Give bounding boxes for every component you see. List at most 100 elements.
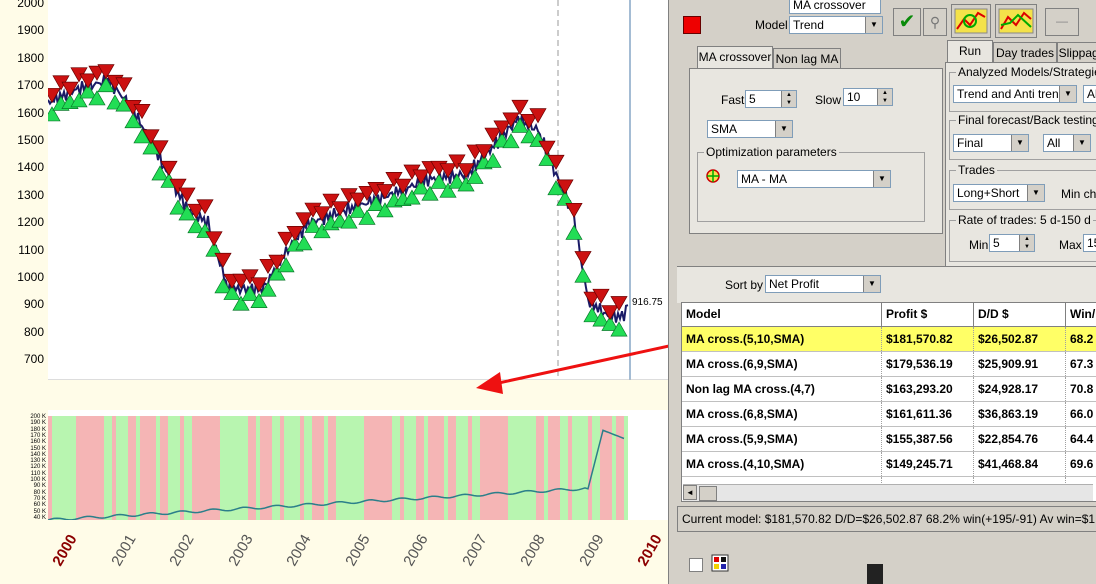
link-button[interactable]: ⚲ <box>923 8 947 36</box>
price-tick-label: 1400 <box>17 160 44 175</box>
optimization-value: MA - MA <box>741 172 788 186</box>
min-spinner[interactable]: 5 ▲ ▼ <box>989 234 1035 252</box>
grid-row[interactable]: MA cross.(6,8,SMA) $161,611.36 $36,863.19 6… <box>682 402 1096 427</box>
max-value: 15 <box>1087 236 1096 250</box>
analyzed-models-select[interactable]: Trend and Anti trend ▼ <box>953 85 1077 103</box>
grid-cell: $149,245.71 <box>882 452 974 476</box>
scroll-thumb[interactable] <box>699 486 717 501</box>
grid-cell: $179,536.19 <box>882 352 974 376</box>
chevron-down-icon[interactable]: ▼ <box>1011 135 1028 151</box>
model-label: Model <box>755 18 788 32</box>
sortby-select[interactable]: Net Profit ▼ <box>765 275 881 293</box>
position-zone <box>520 416 524 520</box>
minus-icon: — <box>1056 14 1068 28</box>
position-zone <box>472 416 476 520</box>
apply-check-button[interactable]: ✔ <box>893 8 921 36</box>
optimization-select[interactable]: MA - MA ▼ <box>737 170 891 188</box>
position-zone <box>400 416 404 520</box>
position-zone <box>292 416 296 520</box>
position-zone <box>260 416 264 520</box>
position-zone <box>380 416 384 520</box>
model-select[interactable]: Trend ▼ <box>789 16 883 34</box>
position-zone <box>80 416 84 520</box>
status-indicator-icon[interactable] <box>683 16 701 34</box>
fast-value: 5 <box>749 92 756 106</box>
chevron-down-icon[interactable]: ▼ <box>863 276 880 292</box>
position-zone <box>192 416 196 520</box>
position-zone <box>456 416 460 520</box>
grid-row[interactable]: Non lag MA cross.(4,7) $163,293.20 $24,928… <box>682 377 1096 402</box>
year-tick-label: 2003 <box>224 531 257 569</box>
grid-cell: 69.6 <box>1066 452 1096 476</box>
slow-spinner[interactable]: 10 ▲ ▼ <box>843 88 893 106</box>
trades-select[interactable]: Long+Short ▼ <box>953 184 1045 202</box>
chevron-down-icon[interactable]: ▼ <box>775 121 792 137</box>
final-select[interactable]: Final ▼ <box>953 134 1029 152</box>
position-zone <box>408 416 412 520</box>
chevron-down-icon[interactable]: ▼ <box>1027 185 1044 201</box>
tab-run[interactable]: Run <box>947 40 993 62</box>
resize-grip-icon[interactable] <box>867 564 883 584</box>
spin-arrows-icon[interactable]: ▲ ▼ <box>1019 235 1034 251</box>
fast-spinner[interactable]: 5 ▲ ▼ <box>745 90 797 108</box>
position-zone <box>480 416 484 520</box>
grid-header[interactable]: Win/ <box>1066 303 1096 327</box>
position-zone <box>252 416 256 520</box>
position-zone <box>124 416 128 520</box>
position-zone <box>500 416 504 520</box>
equity-panel[interactable] <box>47 410 680 521</box>
check-icon: ✔ <box>898 11 916 33</box>
spin-arrows-icon[interactable]: ▲ ▼ <box>877 89 892 105</box>
results-grid[interactable]: Model Profit $ D/D $ Win/MA cross.(5,10,SMA… <box>681 302 1096 502</box>
scroll-left-icon[interactable]: ◄ <box>683 485 697 500</box>
option-checkbox[interactable] <box>689 558 703 572</box>
chevron-down-icon[interactable]: ▼ <box>865 17 882 33</box>
price-tick-label: 1900 <box>17 23 44 38</box>
price-tick-label: 1300 <box>17 187 44 202</box>
position-zone <box>496 416 500 520</box>
position-zone <box>188 416 192 520</box>
grid-row[interactable]: MA cross.(5,10,SMA) $181,570.82 $26,502.87… <box>682 327 1096 352</box>
final-filter-select[interactable]: All ▼ <box>1043 134 1091 152</box>
grid-row[interactable]: MA cross.(6,9,SMA) $179,536.19 $25,909.91 6… <box>682 352 1096 377</box>
year-tick-label: 2008 <box>517 531 549 569</box>
optimize-all-button[interactable] <box>995 4 1037 38</box>
crosshair-target-icon[interactable] <box>705 168 721 184</box>
chevron-down-icon[interactable]: ▼ <box>873 171 890 187</box>
position-zone <box>236 416 240 520</box>
chevron-down-icon[interactable]: ▼ <box>1059 86 1076 102</box>
position-zone <box>204 416 208 520</box>
tab-non-lag-ma[interactable]: Non lag MA <box>773 48 841 68</box>
grid-header[interactable]: D/D $ <box>974 303 1066 327</box>
position-zone <box>620 416 624 520</box>
max-spinner[interactable]: 15 <box>1083 234 1096 252</box>
optimize-button[interactable] <box>951 4 991 38</box>
equity-tick-label: 60 K <box>33 502 46 509</box>
position-zone <box>268 416 272 520</box>
price-plot[interactable]: 916.75 <box>43 0 680 584</box>
position-zone <box>256 416 260 520</box>
tab-ma-crossover[interactable]: MA crossover <box>697 46 773 68</box>
price-tick-label: 1600 <box>17 105 44 120</box>
grid-cell: MA cross.(6,9,SMA) <box>682 352 882 376</box>
grid-row[interactable]: MA cross.(5,9,SMA) $155,387.56 $22,854.76 6… <box>682 427 1096 452</box>
horizontal-scrollbar[interactable]: ◄ <box>683 484 1093 501</box>
palette-icon[interactable] <box>711 554 729 572</box>
position-zone <box>572 416 576 520</box>
strategy-select[interactable]: MA crossover <box>789 0 881 14</box>
ma-type-select[interactable]: SMA ▼ <box>707 120 793 138</box>
position-zone <box>144 416 148 520</box>
tab-day-trades[interactable]: Day trades <box>993 42 1057 62</box>
position-zone <box>396 416 400 520</box>
equity-tick-label: 150 K <box>30 445 46 452</box>
position-zone <box>416 416 420 520</box>
grid-row[interactable]: MA cross.(4,10,SMA) $149,245.71 $41,468.84… <box>682 452 1096 477</box>
grid-header[interactable]: Profit $ <box>882 303 974 327</box>
analyzed-filter-select[interactable]: All <box>1083 85 1096 103</box>
spin-arrows-icon[interactable]: ▲ ▼ <box>781 91 796 107</box>
tab-slippage[interactable]: Slippage <box>1057 42 1096 62</box>
grid-header[interactable]: Model <box>682 303 882 327</box>
position-zone <box>172 416 176 520</box>
minimize-button[interactable]: — <box>1045 8 1079 36</box>
chevron-down-icon[interactable]: ▼ <box>1073 135 1090 151</box>
